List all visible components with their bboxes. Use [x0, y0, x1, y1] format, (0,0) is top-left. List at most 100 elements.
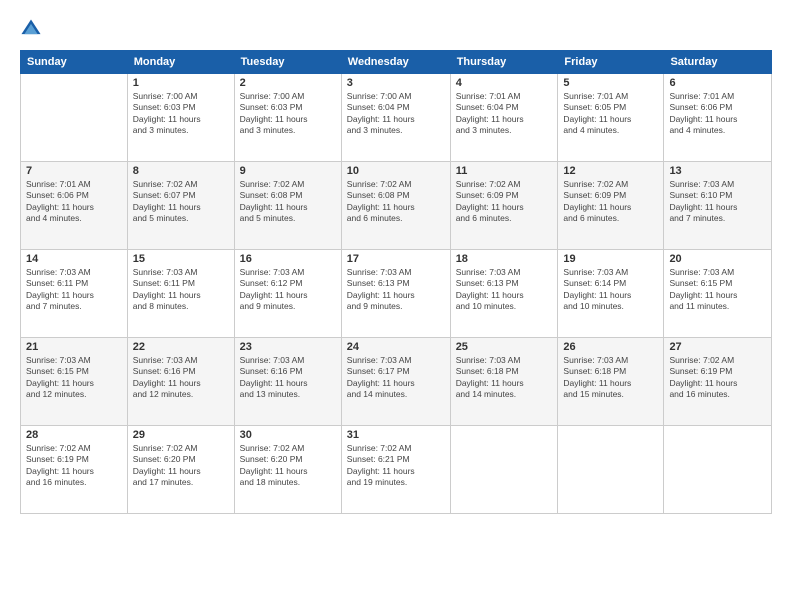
- calendar-day-13: 13 Sunrise: 7:03 AM Sunset: 6:10 PM Dayli…: [664, 162, 772, 250]
- calendar-week-row: 28 Sunrise: 7:02 AM Sunset: 6:19 PM Dayli…: [21, 426, 772, 514]
- day-info: Sunrise: 7:01 AM Sunset: 6:05 PM Dayligh…: [563, 91, 658, 137]
- day-number: 16: [240, 253, 336, 265]
- day-header-tuesday: Tuesday: [234, 51, 341, 74]
- day-header-friday: Friday: [558, 51, 664, 74]
- day-number: 18: [456, 253, 553, 265]
- day-number: 19: [563, 253, 658, 265]
- day-number: 2: [240, 77, 336, 89]
- day-info: Sunrise: 7:03 AM Sunset: 6:13 PM Dayligh…: [456, 267, 553, 313]
- calendar-day-15: 15Sunrise: 7:03 AM Sunset: 6:11 PM Dayli…: [127, 250, 234, 338]
- calendar-day-17: 17Sunrise: 7:03 AM Sunset: 6:13 PM Dayli…: [341, 250, 450, 338]
- day-info: Sunrise: 7:03 AM Sunset: 6:10 PM Dayligh…: [669, 179, 766, 225]
- calendar-day-10: 10Sunrise: 7:02 AM Sunset: 6:08 PM Dayli…: [341, 162, 450, 250]
- calendar-day-21: 21Sunrise: 7:03 AM Sunset: 6:15 PM Dayli…: [21, 338, 128, 426]
- calendar-day-26: 26Sunrise: 7:03 AM Sunset: 6:18 PM Dayli…: [558, 338, 664, 426]
- day-info: Sunrise: 7:03 AM Sunset: 6:18 PM Dayligh…: [456, 355, 553, 401]
- calendar-table: SundayMondayTuesdayWednesdayThursdayFrid…: [20, 50, 772, 514]
- day-number: 17: [347, 253, 445, 265]
- day-info: Sunrise: 7:01 AM Sunset: 6:06 PM Dayligh…: [26, 179, 122, 225]
- header: [20, 18, 772, 40]
- day-number: 25: [456, 341, 553, 353]
- day-number: 27: [669, 341, 766, 353]
- empty-day: [664, 426, 772, 514]
- day-info: Sunrise: 7:00 AM Sunset: 6:03 PM Dayligh…: [133, 91, 229, 137]
- calendar-day-2: 2Sunrise: 7:00 AM Sunset: 6:03 PM Daylig…: [234, 74, 341, 162]
- day-number: 29: [133, 429, 229, 441]
- calendar-day-11: 11Sunrise: 7:02 AM Sunset: 6:09 PM Dayli…: [450, 162, 558, 250]
- calendar-day-5: 5 Sunrise: 7:01 AM Sunset: 6:05 PM Daylig…: [558, 74, 664, 162]
- calendar-day-29: 29 Sunrise: 7:02 AM Sunset: 6:20 PM Dayli…: [127, 426, 234, 514]
- day-number: 11: [456, 165, 553, 177]
- calendar-day-27: 27 Sunrise: 7:02 AM Sunset: 6:19 PM Dayli…: [664, 338, 772, 426]
- day-number: 20: [669, 253, 766, 265]
- calendar-week-row: 21Sunrise: 7:03 AM Sunset: 6:15 PM Dayli…: [21, 338, 772, 426]
- calendar-day-16: 16 Sunrise: 7:03 AM Sunset: 6:12 PM Dayli…: [234, 250, 341, 338]
- day-info: Sunrise: 7:03 AM Sunset: 6:14 PM Dayligh…: [563, 267, 658, 313]
- logo-icon: [20, 18, 42, 40]
- day-number: 7: [26, 165, 122, 177]
- calendar-week-row: 14 Sunrise: 7:03 AM Sunset: 6:11 PM Dayli…: [21, 250, 772, 338]
- day-header-wednesday: Wednesday: [341, 51, 450, 74]
- calendar-day-22: 22 Sunrise: 7:03 AM Sunset: 6:16 PM Dayli…: [127, 338, 234, 426]
- day-number: 10: [347, 165, 445, 177]
- empty-day: [21, 74, 128, 162]
- empty-day: [450, 426, 558, 514]
- day-number: 4: [456, 77, 553, 89]
- day-info: Sunrise: 7:01 AM Sunset: 6:06 PM Dayligh…: [669, 91, 766, 137]
- day-number: 14: [26, 253, 122, 265]
- day-info: Sunrise: 7:00 AM Sunset: 6:04 PM Dayligh…: [347, 91, 445, 137]
- calendar-day-3: 3 Sunrise: 7:00 AM Sunset: 6:04 PM Daylig…: [341, 74, 450, 162]
- day-header-sunday: Sunday: [21, 51, 128, 74]
- day-number: 23: [240, 341, 336, 353]
- day-info: Sunrise: 7:03 AM Sunset: 6:11 PM Dayligh…: [133, 267, 229, 313]
- calendar-day-30: 30 Sunrise: 7:02 AM Sunset: 6:20 PM Dayli…: [234, 426, 341, 514]
- day-info: Sunrise: 7:02 AM Sunset: 6:19 PM Dayligh…: [26, 443, 122, 489]
- calendar-day-20: 20 Sunrise: 7:03 AM Sunset: 6:15 PM Dayli…: [664, 250, 772, 338]
- calendar-week-row: 7 Sunrise: 7:01 AM Sunset: 6:06 PM Daylig…: [21, 162, 772, 250]
- page: SundayMondayTuesdayWednesdayThursdayFrid…: [0, 0, 792, 612]
- day-number: 28: [26, 429, 122, 441]
- day-info: Sunrise: 7:01 AM Sunset: 6:04 PM Dayligh…: [456, 91, 553, 137]
- day-number: 12: [563, 165, 658, 177]
- day-number: 26: [563, 341, 658, 353]
- day-number: 21: [26, 341, 122, 353]
- calendar-day-12: 12 Sunrise: 7:02 AM Sunset: 6:09 PM Dayli…: [558, 162, 664, 250]
- day-number: 6: [669, 77, 766, 89]
- day-info: Sunrise: 7:02 AM Sunset: 6:19 PM Dayligh…: [669, 355, 766, 401]
- day-info: Sunrise: 7:02 AM Sunset: 6:21 PM Dayligh…: [347, 443, 445, 489]
- day-number: 13: [669, 165, 766, 177]
- day-info: Sunrise: 7:03 AM Sunset: 6:15 PM Dayligh…: [669, 267, 766, 313]
- calendar-day-7: 7 Sunrise: 7:01 AM Sunset: 6:06 PM Daylig…: [21, 162, 128, 250]
- day-info: Sunrise: 7:03 AM Sunset: 6:12 PM Dayligh…: [240, 267, 336, 313]
- calendar-day-24: 24 Sunrise: 7:03 AM Sunset: 6:17 PM Dayli…: [341, 338, 450, 426]
- day-number: 5: [563, 77, 658, 89]
- day-info: Sunrise: 7:02 AM Sunset: 6:08 PM Dayligh…: [240, 179, 336, 225]
- calendar-day-8: 8 Sunrise: 7:02 AM Sunset: 6:07 PM Daylig…: [127, 162, 234, 250]
- day-number: 30: [240, 429, 336, 441]
- day-info: Sunrise: 7:03 AM Sunset: 6:17 PM Dayligh…: [347, 355, 445, 401]
- day-info: Sunrise: 7:03 AM Sunset: 6:16 PM Dayligh…: [240, 355, 336, 401]
- logo: [20, 18, 46, 40]
- calendar-day-6: 6 Sunrise: 7:01 AM Sunset: 6:06 PM Daylig…: [664, 74, 772, 162]
- day-info: Sunrise: 7:03 AM Sunset: 6:11 PM Dayligh…: [26, 267, 122, 313]
- day-info: Sunrise: 7:02 AM Sunset: 6:20 PM Dayligh…: [240, 443, 336, 489]
- day-number: 24: [347, 341, 445, 353]
- day-info: Sunrise: 7:02 AM Sunset: 6:20 PM Dayligh…: [133, 443, 229, 489]
- empty-day: [558, 426, 664, 514]
- day-info: Sunrise: 7:03 AM Sunset: 6:16 PM Dayligh…: [133, 355, 229, 401]
- calendar-day-18: 18 Sunrise: 7:03 AM Sunset: 6:13 PM Dayli…: [450, 250, 558, 338]
- day-header-saturday: Saturday: [664, 51, 772, 74]
- calendar-day-31: 31Sunrise: 7:02 AM Sunset: 6:21 PM Dayli…: [341, 426, 450, 514]
- day-number: 3: [347, 77, 445, 89]
- day-number: 1: [133, 77, 229, 89]
- day-header-thursday: Thursday: [450, 51, 558, 74]
- day-number: 8: [133, 165, 229, 177]
- day-number: 22: [133, 341, 229, 353]
- day-info: Sunrise: 7:02 AM Sunset: 6:07 PM Dayligh…: [133, 179, 229, 225]
- calendar-day-4: 4 Sunrise: 7:01 AM Sunset: 6:04 PM Daylig…: [450, 74, 558, 162]
- calendar-day-1: 1 Sunrise: 7:00 AM Sunset: 6:03 PM Daylig…: [127, 74, 234, 162]
- day-info: Sunrise: 7:02 AM Sunset: 6:09 PM Dayligh…: [563, 179, 658, 225]
- calendar-day-19: 19 Sunrise: 7:03 AM Sunset: 6:14 PM Dayli…: [558, 250, 664, 338]
- calendar-week-row: 1 Sunrise: 7:00 AM Sunset: 6:03 PM Daylig…: [21, 74, 772, 162]
- day-number: 9: [240, 165, 336, 177]
